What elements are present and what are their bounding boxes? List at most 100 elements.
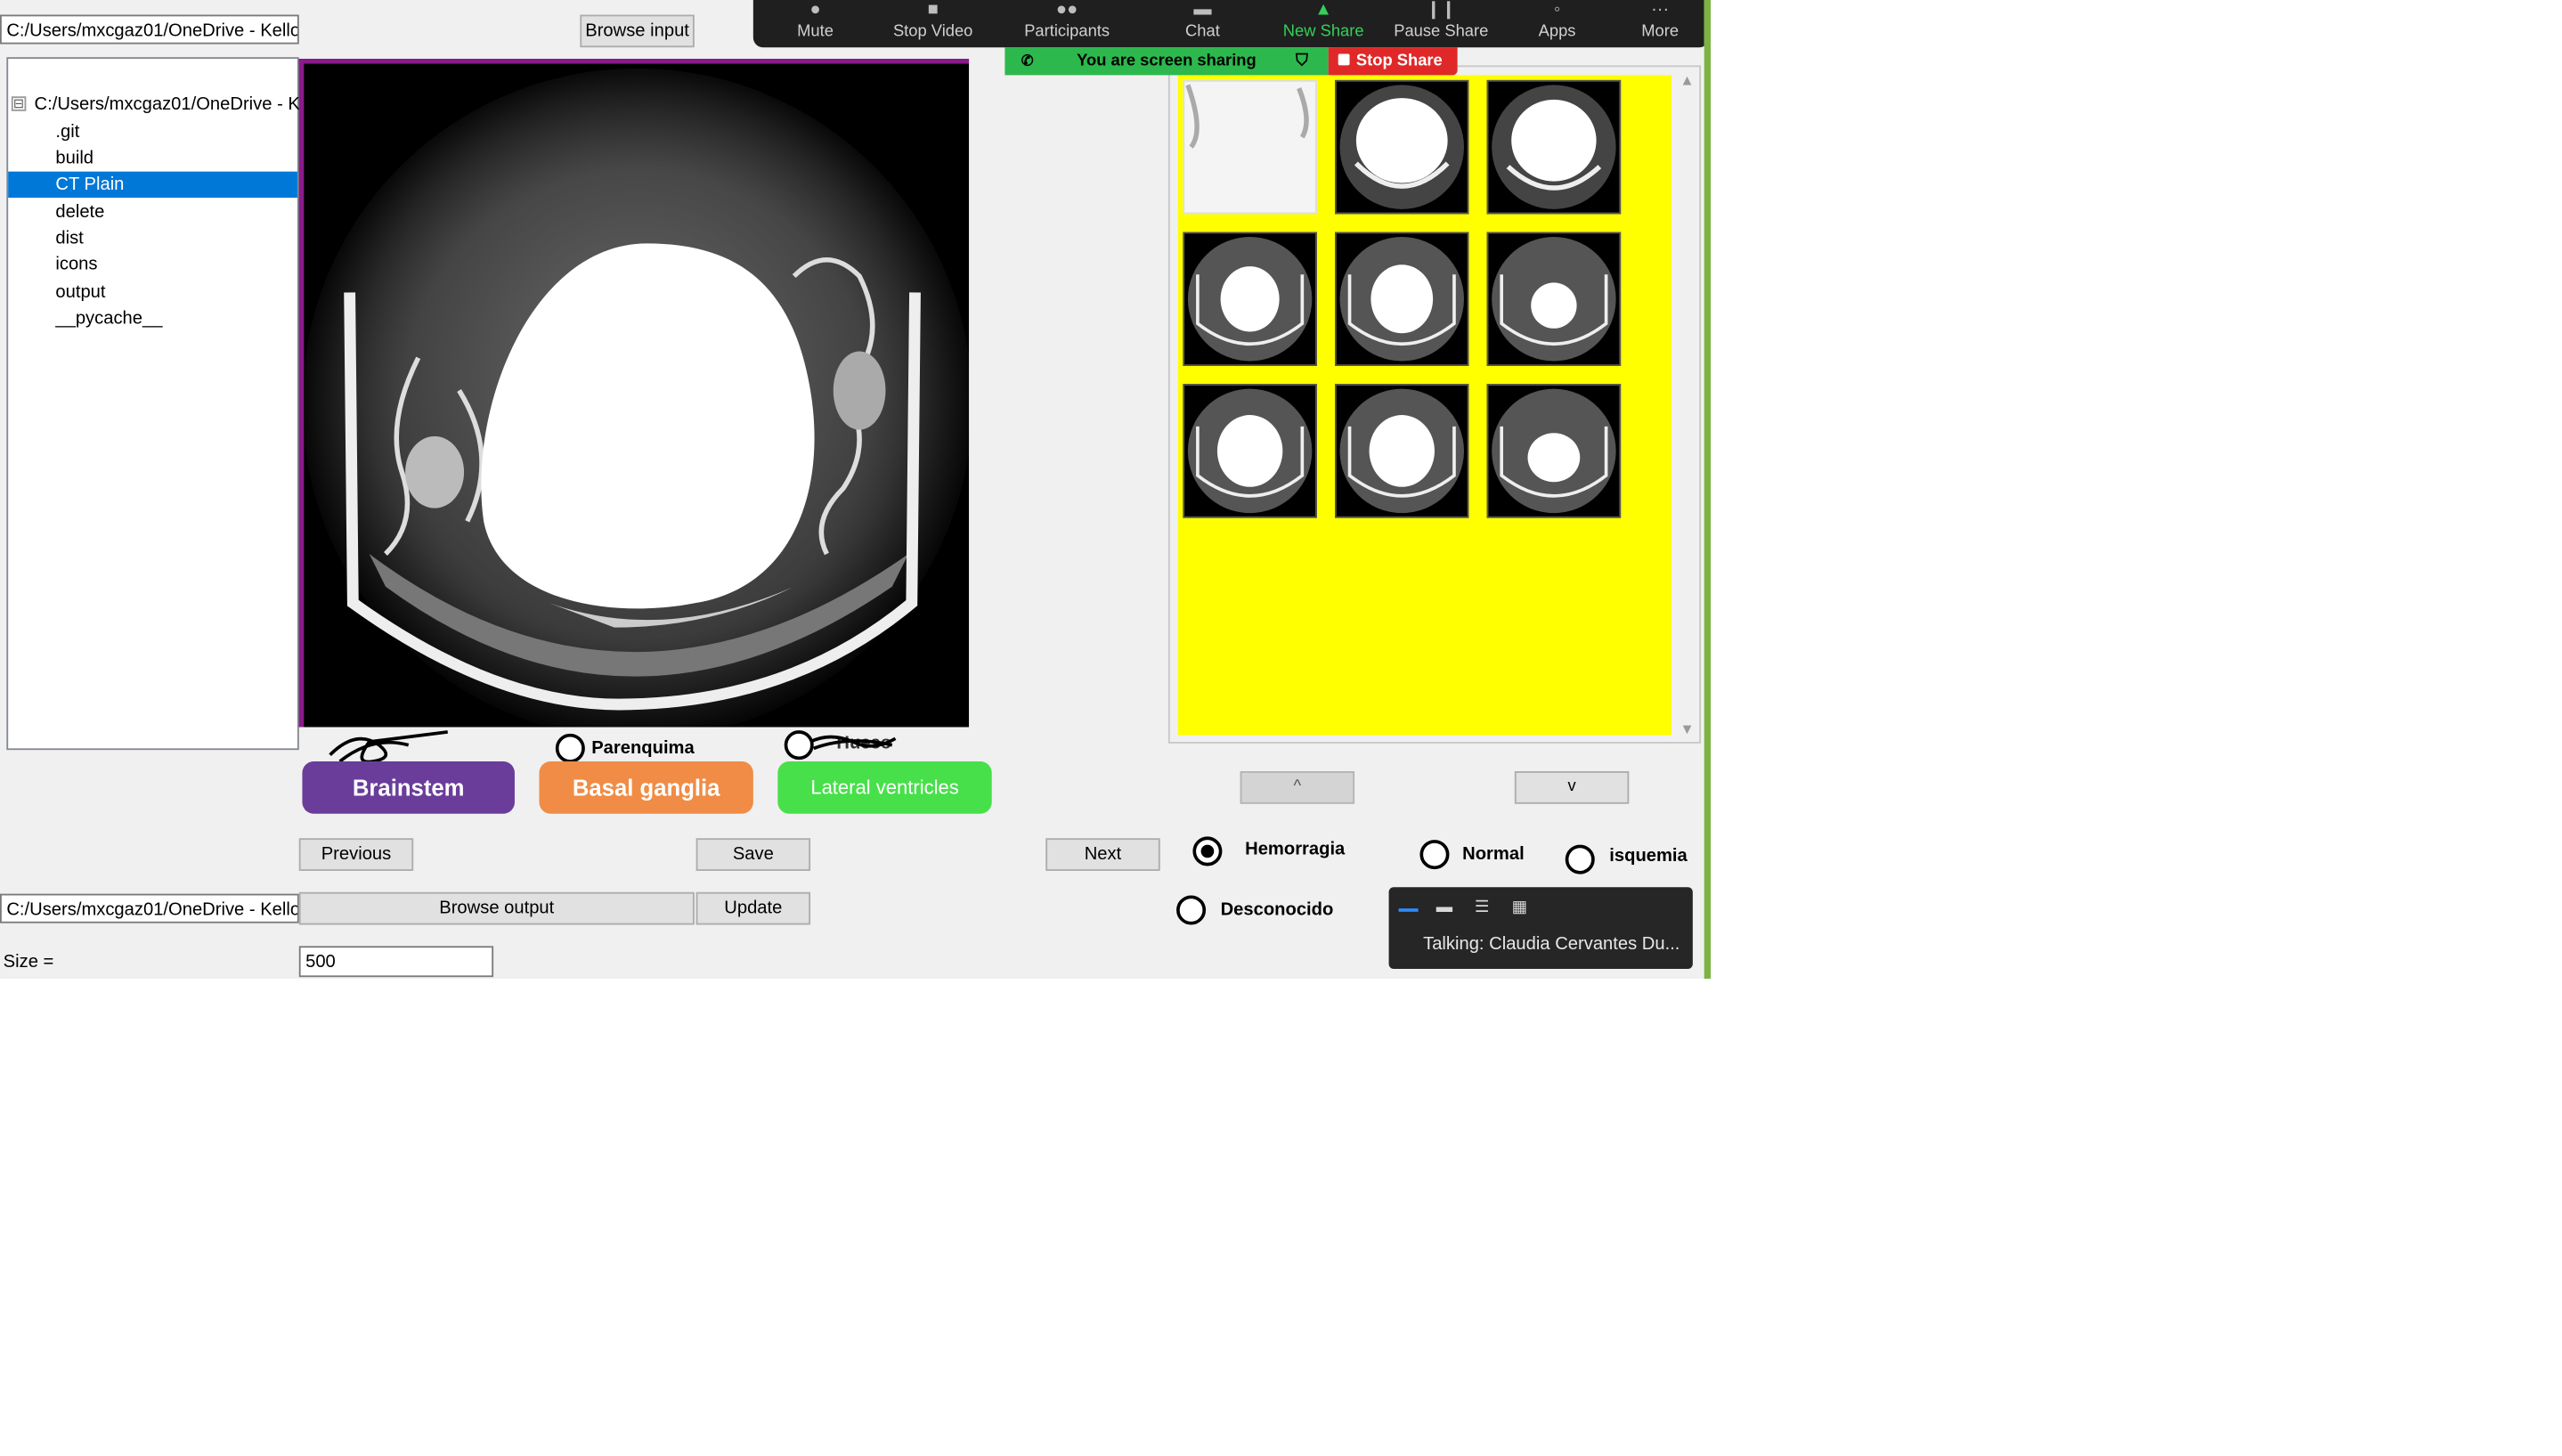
- chat-label: Chat: [1185, 22, 1220, 41]
- tree-item-icons[interactable]: icons: [8, 252, 297, 278]
- thumbnail-5-graphic: [1339, 237, 1464, 362]
- participants-icon: ●●: [1055, 0, 1078, 20]
- single-view-icon[interactable]: ▬: [1435, 899, 1454, 916]
- browse-input-button[interactable]: Browse input: [580, 14, 695, 48]
- participants-button[interactable]: ●● Participants: [1014, 0, 1118, 47]
- thumbnail-8-graphic: [1339, 388, 1464, 514]
- normal-label: Normal: [1462, 844, 1525, 865]
- thumbnail-8[interactable]: [1335, 384, 1469, 518]
- thumbnail-4[interactable]: [1183, 232, 1317, 366]
- basal-ganglia-button[interactable]: Basal ganglia: [539, 761, 753, 814]
- chat-button[interactable]: ▬ Chat: [1170, 0, 1235, 47]
- thumbnails-down-button[interactable]: v: [1514, 771, 1630, 804]
- tree-item-dist[interactable]: dist: [8, 225, 297, 251]
- output-path-field[interactable]: C:/Users/mxcgaz01/OneDrive - Kellogg: [0, 893, 299, 923]
- tree-item-output[interactable]: output: [8, 280, 297, 305]
- isquemia-label: isquemia: [1609, 846, 1688, 866]
- thumbnail-6[interactable]: [1486, 232, 1622, 366]
- scroll-up-arrow-icon[interactable]: ▲: [1680, 72, 1694, 88]
- thumbnail-4-graphic: [1187, 237, 1313, 362]
- previous-button[interactable]: Previous: [298, 838, 414, 871]
- size-label: Size =: [3, 952, 54, 972]
- crossed-out-label-scribble: [809, 735, 897, 751]
- thumbnail-5[interactable]: [1335, 232, 1469, 366]
- desconocido-radio[interactable]: [1176, 895, 1207, 925]
- talking-indicator: Talking: Claudia Cervantes Du...: [1423, 934, 1680, 955]
- share-arrow-icon: ▲: [1314, 0, 1333, 20]
- annotation-app-window: C:/Users/mxcgaz01/OneDrive - Kellogg Bro…: [0, 0, 1704, 980]
- new-share-button[interactable]: ▲ New Share: [1278, 0, 1370, 47]
- phone-icon: ✆: [1021, 52, 1034, 69]
- apps-label: Apps: [1538, 22, 1576, 41]
- zoom-video-mini-panel[interactable]: ▬ ☰ ▦ Talking: Claudia Cervantes Du...: [1388, 887, 1693, 970]
- participants-label: Participants: [1024, 22, 1110, 41]
- browse-output-button[interactable]: Browse output: [298, 891, 695, 925]
- tree-root-label: C:/Users/mxcgaz01/OneDrive - Ke: [34, 94, 311, 115]
- update-button[interactable]: Update: [695, 891, 811, 925]
- tree-item-build[interactable]: build: [8, 145, 297, 171]
- thumbnail-3-graphic: [1492, 85, 1616, 209]
- tree-item-git[interactable]: .git: [8, 119, 297, 145]
- new-share-label: New Share: [1282, 22, 1364, 41]
- tree-item-ct-plain[interactable]: CT Plain: [8, 171, 297, 199]
- thumbnail-1-graphic: [1185, 84, 1309, 149]
- tree-root[interactable]: ⊟ C:/Users/mxcgaz01/OneDrive - Ke: [11, 94, 311, 115]
- input-path-field[interactable]: C:/Users/mxcgaz01/OneDrive - Kellogg: [0, 14, 299, 45]
- size-input[interactable]: 500: [298, 946, 494, 978]
- thumbnail-panel[interactable]: ▲ ▼: [1167, 65, 1702, 744]
- hemorragia-radio[interactable]: [1192, 836, 1223, 866]
- collapse-toggle-icon[interactable]: ⊟: [11, 96, 27, 111]
- screen-sharing-banner: ✆ You are screen sharing ⛉: [1004, 47, 1329, 76]
- pause-share-label: Pause Share: [1394, 22, 1489, 41]
- normal-radio[interactable]: [1419, 840, 1450, 870]
- thumbnail-grid-background: [1177, 75, 1672, 736]
- pause-share-button[interactable]: ❙❙ Pause Share: [1392, 0, 1490, 47]
- desconocido-label: Desconocido: [1220, 899, 1334, 920]
- stop-share-label: Stop Share: [1355, 52, 1443, 70]
- stop-video-label: Stop Video: [892, 22, 973, 41]
- thumbnail-9[interactable]: [1486, 384, 1622, 518]
- thumbnail-6-graphic: [1492, 237, 1616, 362]
- thumbnail-1[interactable]: [1183, 79, 1317, 215]
- thumbnail-3[interactable]: [1486, 79, 1622, 215]
- next-button[interactable]: Next: [1045, 838, 1160, 871]
- tree-item-pycache[interactable]: __pycache__: [8, 305, 297, 331]
- tree-item-delete[interactable]: delete: [8, 199, 297, 225]
- minimize-icon[interactable]: [1398, 904, 1419, 912]
- parenquima-label: Parenquima: [591, 738, 695, 759]
- folder-tree[interactable]: ⊟ C:/Users/mxcgaz01/OneDrive - Ke .git bu…: [6, 57, 310, 751]
- zoom-meeting-toolbar: ● Mute ■ Stop Video ●● Participants ▬ Chat ▲…: [752, 0, 1704, 48]
- chat-icon: ▬: [1193, 0, 1212, 20]
- video-camera-icon: ■: [927, 0, 939, 20]
- more-dots-icon: ···: [1651, 0, 1670, 20]
- window-right-edge: [1704, 0, 1712, 980]
- stop-video-button[interactable]: ■ Stop Video: [884, 0, 982, 47]
- stop-share-button[interactable]: Stop Share: [1328, 47, 1458, 76]
- stop-square-icon: [1338, 53, 1350, 66]
- pause-icon: ❙❙: [1426, 0, 1457, 20]
- shield-icon: ⛉: [1295, 52, 1308, 70]
- screen-sharing-text: You are screen sharing: [1077, 52, 1257, 70]
- more-button[interactable]: ··· More: [1627, 0, 1692, 47]
- ct-scan-graphic: [304, 69, 970, 728]
- thumbnail-7[interactable]: [1183, 384, 1317, 518]
- save-button[interactable]: Save: [695, 838, 811, 871]
- thumbnail-7-graphic: [1187, 388, 1313, 514]
- more-label: More: [1641, 22, 1680, 41]
- mute-button[interactable]: ● Mute: [783, 0, 848, 47]
- scroll-down-arrow-icon[interactable]: ▼: [1680, 720, 1694, 736]
- thumbnail-2[interactable]: [1335, 79, 1469, 215]
- apps-button[interactable]: ◦ Apps: [1525, 0, 1590, 47]
- gallery-view-icon[interactable]: ▦: [1509, 899, 1529, 916]
- thumbnails-up-button[interactable]: ^: [1240, 771, 1355, 804]
- ct-scan-image[interactable]: [298, 59, 970, 728]
- brainstem-button[interactable]: Brainstem: [302, 761, 515, 814]
- lateral-ventricles-button[interactable]: Lateral ventricles: [777, 761, 992, 814]
- parenquima-radio[interactable]: [555, 733, 585, 763]
- hemorragia-label: Hemorragia: [1245, 840, 1346, 860]
- isquemia-radio[interactable]: [1565, 844, 1595, 874]
- microphone-icon: ●: [809, 0, 821, 20]
- thumbnail-2-graphic: [1339, 85, 1464, 209]
- split-view-icon[interactable]: ☰: [1472, 899, 1492, 916]
- apps-icon: ◦: [1553, 0, 1561, 20]
